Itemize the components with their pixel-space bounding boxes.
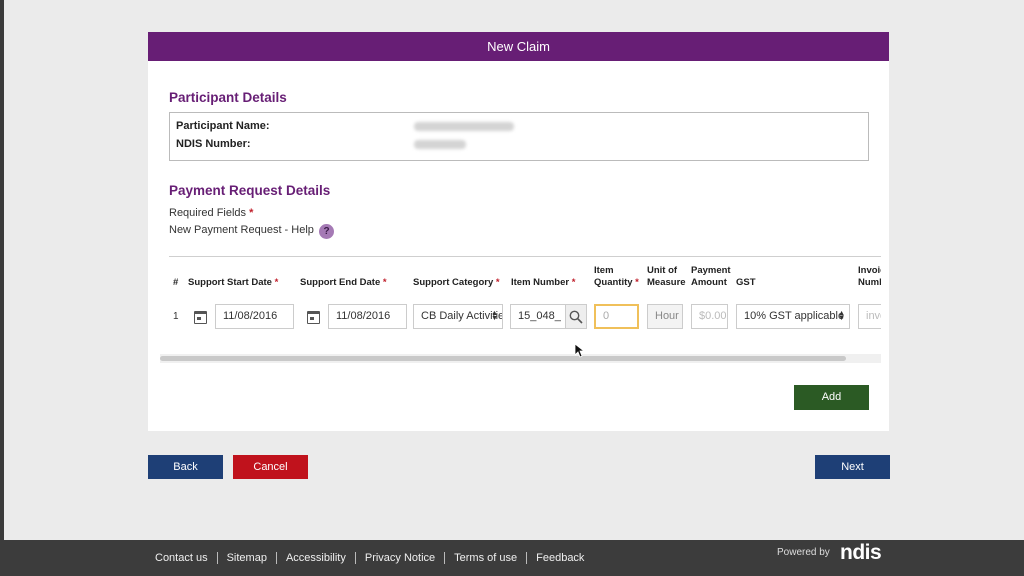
gst-value: 10% GST applicable [744,310,845,322]
support-category-select[interactable]: CB Daily Activities ▲ ▼ [413,304,503,329]
invoice-number-input[interactable]: invoice [858,304,881,329]
header-item-quantity: Item Quantity * [594,265,639,288]
help-icon[interactable]: ? [319,224,334,239]
help-label: New Payment Request - Help [169,224,314,236]
required-fields-note: Required Fields * [169,207,253,219]
required-star: * [249,207,254,219]
footer-link-sitemap[interactable]: Sitemap [216,552,276,564]
ndis-number-value [414,140,466,149]
next-button[interactable]: Next [815,455,890,479]
payment-request-title: Payment Request Details [169,183,331,198]
item-quantity-input[interactable]: 0 [594,304,639,329]
footer-link-terms-of-use[interactable]: Terms of use [444,552,526,564]
footer: Contact us Sitemap Accessibility Privacy… [0,540,1024,576]
payment-request-table: # Support Start Date * Support End Date … [169,256,881,363]
header-invoice-number: InvoiceNumber [858,265,881,288]
header-gst: GST [736,277,756,288]
scrollbar-thumb[interactable] [160,356,846,361]
payment-amount-input[interactable]: $0.00 [691,304,728,329]
select-arrows-icon: ▲ ▼ [491,310,498,322]
footer-link-privacy-notice[interactable]: Privacy Notice [354,552,444,564]
search-icon [569,310,583,324]
header-support-category: Support Category * [413,277,500,288]
item-search-button[interactable] [566,304,587,329]
powered-by-label: Powered by [777,547,830,558]
header-unit-of-measure: Unit of Measure [647,265,686,288]
back-button[interactable]: Back [148,455,223,479]
header-num: # [173,277,179,288]
participant-details-box: Participant Name: NDIS Number: [169,112,869,161]
support-end-date-input[interactable]: 11/08/2016 [328,304,407,329]
footer-link-feedback[interactable]: Feedback [526,552,593,564]
participant-details-title: Participant Details [169,90,287,105]
calendar-icon[interactable] [307,311,320,324]
footer-link-contact-us[interactable]: Contact us [155,552,217,564]
ndis-number-label: NDIS Number: [176,138,251,150]
participant-name-label: Participant Name: [176,120,270,132]
footer-links: Contact us Sitemap Accessibility Privacy… [155,552,593,564]
select-arrows-icon: ▲ ▼ [838,310,845,322]
item-number-input[interactable]: 15_048_ [510,304,566,329]
gst-select[interactable]: 10% GST applicable ▲ ▼ [736,304,850,329]
page-title: New Claim [148,32,889,61]
header-item-number: Item Number * [511,277,576,288]
support-start-date-input[interactable]: 11/08/2016 [215,304,294,329]
new-claim-card: New Claim Participant Details Participan… [148,32,889,431]
ndis-logo: ndis [840,541,882,564]
calendar-icon[interactable] [194,311,207,324]
header-start-date: Support Start Date * [188,277,279,288]
add-button[interactable]: Add [794,385,869,410]
row-number: 1 [173,311,179,322]
unit-of-measure-field: Hour [647,304,683,329]
window-edge [0,0,4,576]
header-end-date: Support End Date * [300,277,387,288]
footer-link-accessibility[interactable]: Accessibility [275,552,355,564]
header-payment-amount: Payment Amount [691,265,731,288]
cancel-button[interactable]: Cancel [233,455,308,479]
table-horizontal-scrollbar[interactable] [160,354,881,363]
required-fields-label: Required Fields [169,207,247,219]
mouse-cursor-icon [575,344,585,358]
participant-name-value [414,122,514,131]
